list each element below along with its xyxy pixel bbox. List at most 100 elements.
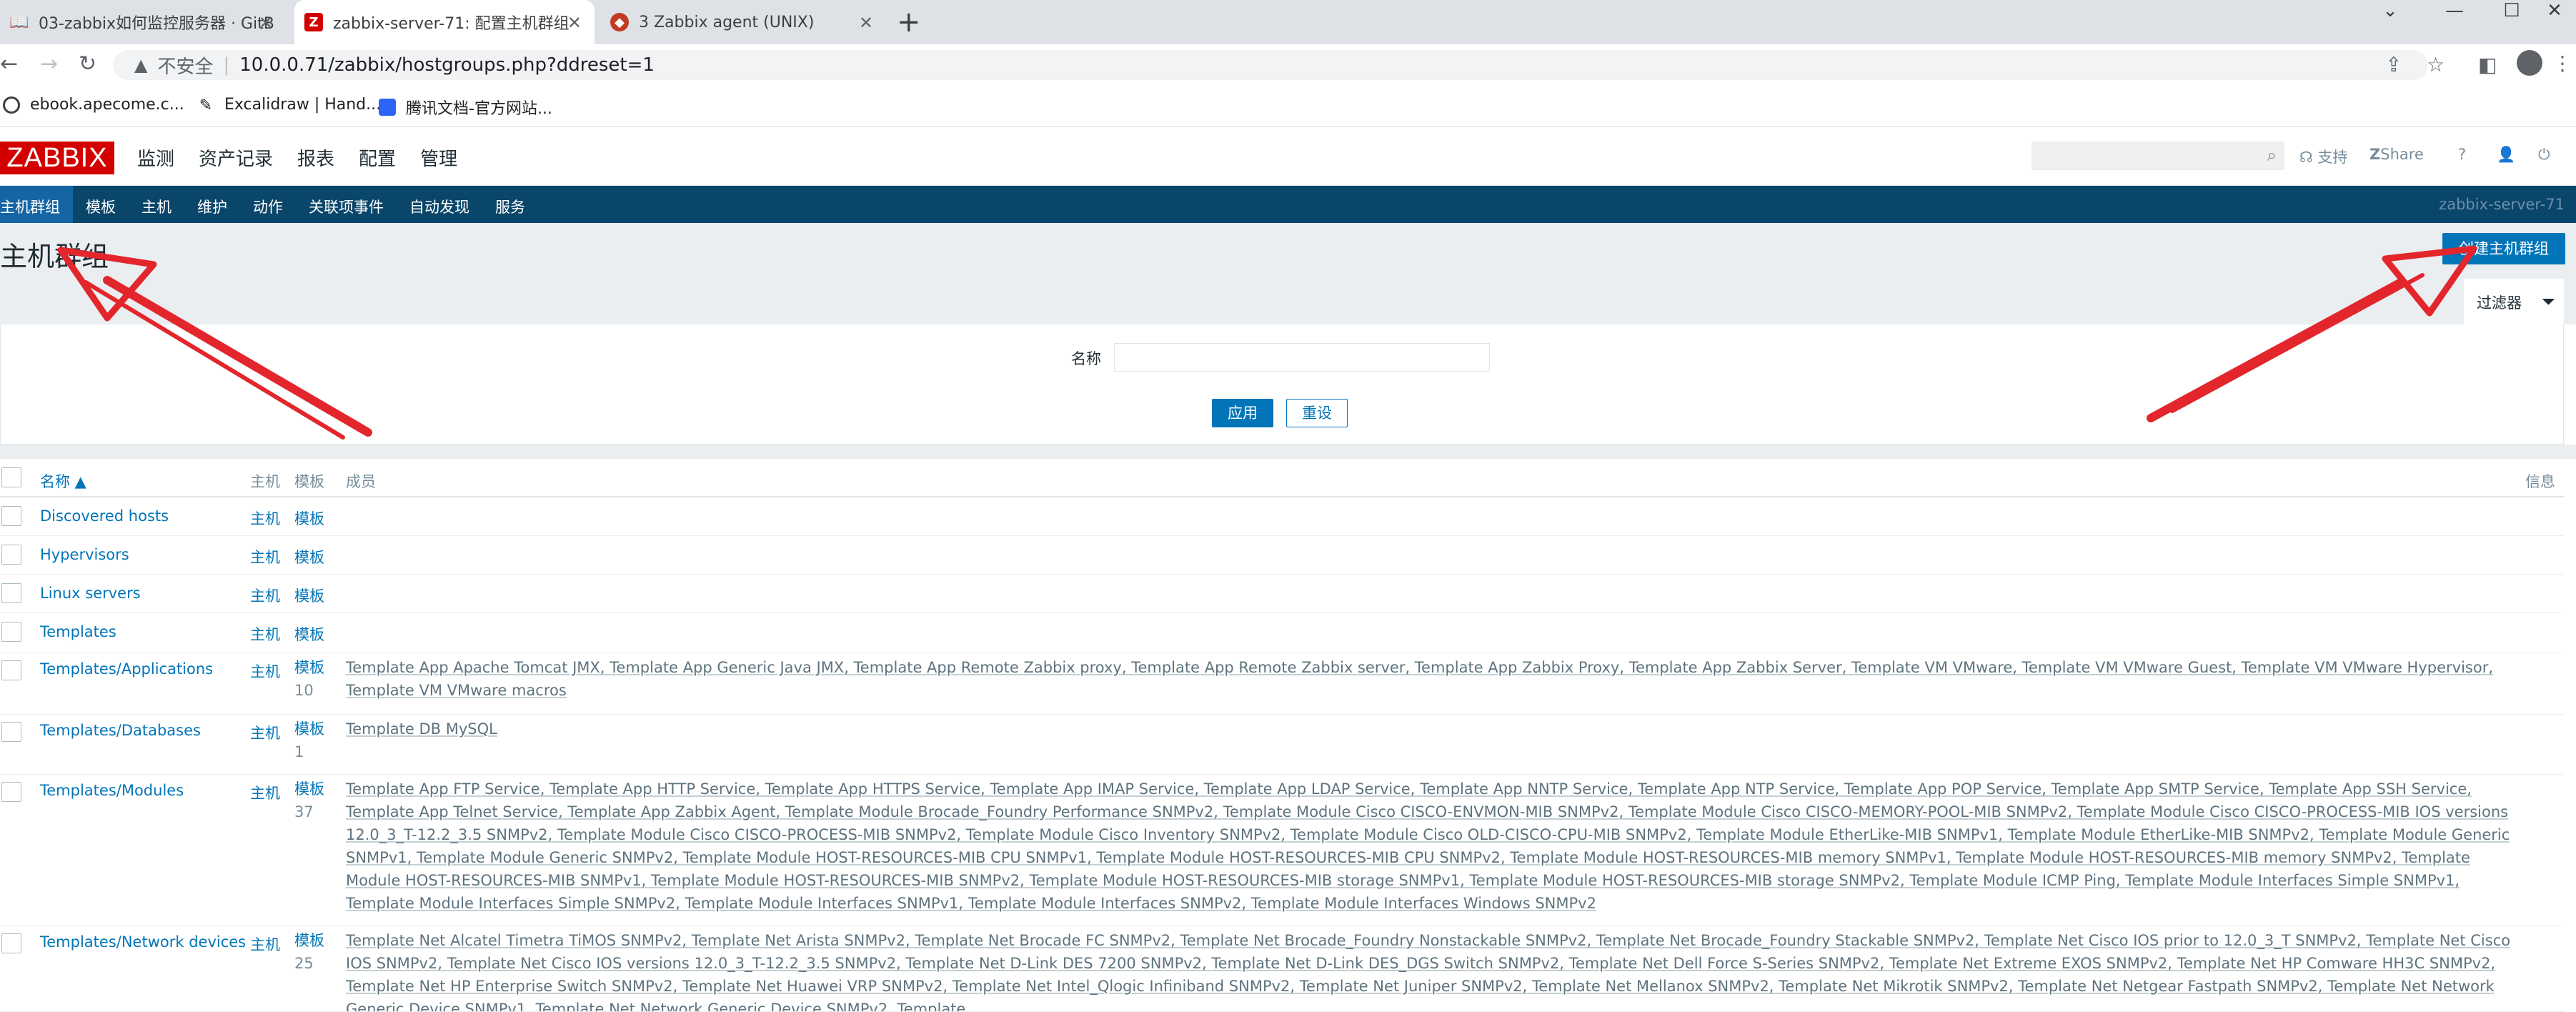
global-search-input[interactable]: ⌕ (2032, 142, 2284, 170)
hosts-link[interactable]: 主机 (250, 660, 280, 682)
security-label[interactable]: 不安全 (157, 52, 213, 79)
menu-monitoring[interactable]: 监测 (137, 144, 174, 171)
submenu-event-correlation[interactable]: 关联项事件 (296, 186, 397, 223)
window-close-icon[interactable]: ✕ (2533, 0, 2576, 21)
share-icon[interactable]: ⇪ (2385, 53, 2402, 76)
menu-icon[interactable]: ⋮ (2552, 51, 2572, 75)
profile-avatar[interactable] (2517, 50, 2542, 76)
row-checkbox[interactable] (1, 506, 21, 526)
browser-tab-title: zabbix-server-71: 配置主机群组 (333, 15, 570, 33)
hosts-link[interactable]: 主机 (250, 585, 280, 606)
templates-link[interactable]: 模板 (294, 546, 330, 567)
address-bar[interactable]: ▲ 不安全 | 10.0.0.71/zabbix/hostgroups.php?… (113, 50, 2428, 80)
submenu-services[interactable]: 服务 (482, 186, 538, 223)
back-icon[interactable]: ← (0, 51, 18, 76)
bookmark-item[interactable]: ebook.apecome.c... (3, 96, 184, 114)
bookmark-item[interactable]: 腾讯文档-官方网站... (379, 96, 552, 119)
menu-administration[interactable]: 管理 (420, 144, 457, 171)
members-text[interactable]: Template Net Alcatel Timetra TiMOS SNMPv… (346, 932, 2510, 1011)
browser-tab-title: 03-zabbix如何监控服务器 · GitB (39, 15, 274, 33)
group-name-link[interactable]: Templates/Applications (40, 660, 213, 678)
row-checkbox[interactable] (1, 622, 21, 642)
close-icon[interactable]: ✕ (859, 13, 873, 33)
templates-link[interactable]: 模板 (294, 585, 330, 606)
power-icon[interactable]: ⏻ (2538, 146, 2550, 164)
user-icon[interactable]: 👤 (2497, 146, 2515, 164)
members-text[interactable]: Template App Apache Tomcat JMX, Template… (346, 659, 2493, 699)
filter-name-input[interactable] (1114, 343, 1490, 372)
row-checkbox[interactable] (1, 782, 21, 802)
apply-button[interactable]: 应用 (1212, 399, 1273, 427)
reset-button[interactable]: 重设 (1286, 399, 1348, 427)
group-name-link[interactable]: Hypervisors (40, 546, 129, 563)
group-name-link[interactable]: Templates/Modules (40, 782, 184, 799)
reload-icon[interactable]: ↻ (79, 51, 96, 76)
row-checkbox[interactable] (1, 722, 21, 742)
templates-link[interactable]: 模板 37 (294, 778, 330, 823)
browser-tab-zabbix[interactable]: Z zabbix-server-71: 配置主机群组 ✕ (294, 0, 595, 44)
support-link[interactable]: ☊ 支持 (2299, 146, 2347, 167)
group-name-link[interactable]: Linux servers (40, 585, 141, 602)
bookmark-item[interactable]: ✎ Excalidraw | Hand... (197, 96, 381, 114)
hosts-link[interactable]: 主机 (250, 722, 280, 743)
group-name-link[interactable]: Templates (40, 623, 116, 640)
new-tab-button[interactable]: + (897, 6, 921, 39)
filter-tab[interactable]: 过滤器 ⏷ (2464, 279, 2564, 324)
star-icon[interactable]: ☆ (2427, 53, 2445, 76)
zabbix-share-icon: Z (2369, 146, 2381, 163)
sidebar-icon[interactable]: ◧ (2478, 53, 2497, 76)
templates-link[interactable]: 模板 10 (294, 656, 330, 702)
browser-tab-bar: 📖 03-zabbix如何监控服务器 · GitB ✕ Z zabbix-ser… (0, 0, 2576, 44)
members-text[interactable]: Template DB MySQL (346, 720, 497, 738)
submenu-host-groups[interactable]: 主机群组 (0, 186, 73, 223)
hosts-link[interactable]: 主机 (250, 546, 280, 567)
submenu-actions[interactable]: 动作 (240, 186, 296, 223)
templates-link[interactable]: 模板 (294, 623, 330, 645)
submenu-discovery[interactable]: 自动发现 (397, 186, 482, 223)
submenu-templates[interactable]: 模板 (73, 186, 129, 223)
group-name-link[interactable]: Discovered hosts (40, 507, 169, 525)
members-list: Template DB MySQL (346, 718, 2518, 740)
create-host-group-button[interactable]: 创建主机群组 (2442, 233, 2565, 264)
hosts-link[interactable]: 主机 (250, 623, 280, 645)
menu-inventory[interactable]: 资产记录 (199, 144, 273, 171)
zabbix-logo[interactable]: ZABBIX (0, 142, 114, 174)
forward-icon[interactable]: → (40, 51, 58, 76)
row-checkbox[interactable] (1, 545, 21, 565)
maximize-icon[interactable]: ☐ (2483, 0, 2540, 21)
members-list: Template App Apache Tomcat JMX, Template… (346, 656, 2518, 702)
browser-tab-zabbix-agent[interactable]: ◆ 3 Zabbix agent (UNIX) ✕ (600, 0, 886, 44)
help-link[interactable]: ? (2458, 146, 2466, 163)
table-row: Linux servers 主机 模板 (0, 575, 2564, 613)
close-icon[interactable]: ✕ (567, 13, 582, 33)
minimize-icon[interactable]: — (2426, 0, 2483, 21)
chevron-down-icon[interactable]: ⌄ (2362, 0, 2419, 21)
select-all-checkbox[interactable] (1, 467, 21, 487)
share-link[interactable]: ZShare (2369, 146, 2424, 163)
templates-link[interactable]: 模板 25 (294, 929, 330, 975)
hosts-link[interactable]: 主机 (250, 507, 280, 529)
column-name-header[interactable]: 名称 ▲ (40, 470, 86, 492)
search-icon[interactable]: ⌕ (2267, 145, 2277, 165)
submenu-maintenance[interactable]: 维护 (184, 186, 240, 223)
submenu-hosts[interactable]: 主机 (129, 186, 184, 223)
group-name-link[interactable]: Templates/Network devices (40, 933, 246, 951)
hosts-link[interactable]: 主机 (250, 933, 280, 955)
group-name-link[interactable]: Templates/Databases (40, 722, 201, 739)
hosts-link[interactable]: 主机 (250, 782, 280, 803)
warning-icon[interactable]: ▲ (134, 55, 147, 75)
browser-tab-gitbook[interactable]: 📖 03-zabbix如何监控服务器 · GitB ✕ (0, 0, 286, 44)
close-icon[interactable]: ✕ (259, 13, 273, 33)
members-list: Template Net Alcatel Timetra TiMOS SNMPv… (346, 929, 2518, 1011)
row-checkbox[interactable] (1, 660, 21, 680)
row-checkbox[interactable] (1, 583, 21, 603)
members-text[interactable]: Template App FTP Service, Template App H… (346, 780, 2510, 912)
menu-reports[interactable]: 报表 (297, 144, 334, 171)
table-row: Hypervisors 主机 模板 (0, 536, 2564, 575)
templates-link[interactable]: 模板 (294, 507, 330, 529)
row-checkbox[interactable] (1, 933, 21, 953)
menu-configuration[interactable]: 配置 (359, 144, 396, 171)
templates-link[interactable]: 模板 1 (294, 718, 330, 763)
url-text[interactable]: 10.0.0.71/zabbix/hostgroups.php?ddreset=… (239, 54, 655, 76)
template-count: 37 (294, 803, 314, 820)
